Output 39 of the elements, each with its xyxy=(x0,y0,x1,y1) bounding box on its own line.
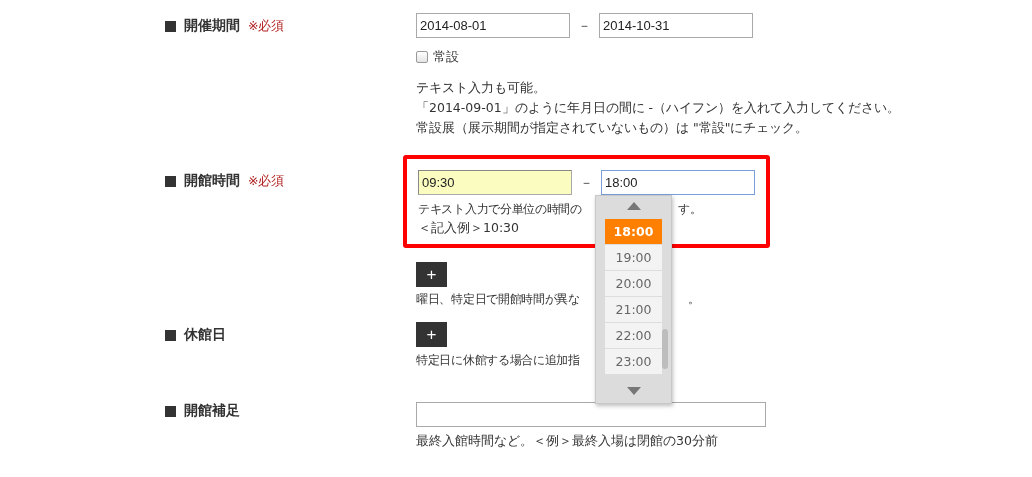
start-date-field[interactable]: 2014-08-01 xyxy=(416,13,570,38)
field-label: 開館補足 xyxy=(184,402,240,420)
bullet-icon xyxy=(165,20,176,32)
required-mark: ※必須 xyxy=(248,17,285,35)
time-option[interactable]: 22:00 xyxy=(605,323,662,349)
time-option[interactable]: 19:00 xyxy=(605,245,662,271)
bullet-icon xyxy=(165,175,176,187)
end-date-field[interactable]: 2014-10-31 xyxy=(599,13,753,38)
scroll-up-icon[interactable] xyxy=(626,202,641,210)
scrollbar-thumb[interactable] xyxy=(662,329,668,369)
field-label: 開館時間 xyxy=(184,172,240,190)
help-text: 。 xyxy=(688,290,700,308)
help-text: 特定日に休館する場合に追加指 xyxy=(416,351,580,369)
checkbox[interactable] xyxy=(416,51,428,63)
help-text: す。 xyxy=(678,200,702,218)
scroll-down-icon[interactable] xyxy=(626,387,641,395)
help-text: テキスト入力も可能。 xyxy=(416,79,547,97)
help-text: 常設展（展示期間が指定されていないもの）は "常設"にチェック。 xyxy=(416,119,810,137)
help-text: 曜日、特定日で開館時間が異な xyxy=(416,290,580,308)
open-time-field[interactable]: 09:30 xyxy=(418,170,572,195)
add-button[interactable]: + xyxy=(416,262,447,287)
bullet-icon xyxy=(165,329,176,341)
checkbox-label: 常設 xyxy=(433,48,459,66)
bullet-icon xyxy=(165,405,176,417)
time-option[interactable]: 21:00 xyxy=(605,297,662,323)
time-option[interactable]: 23:00 xyxy=(605,349,662,375)
help-text: テキスト入力で分単位の時間の xyxy=(418,200,582,218)
field-label: 休館日 xyxy=(184,326,226,344)
required-mark: ※必須 xyxy=(248,172,285,190)
example-text: ＜記入例＞10:30 xyxy=(418,219,520,237)
time-option[interactable]: 20:00 xyxy=(605,271,662,297)
note-field[interactable] xyxy=(416,402,766,427)
range-dash: － xyxy=(578,16,591,35)
help-text: 最終入館時間など。＜例＞最終入場は閉館の30分前 xyxy=(416,432,719,450)
help-text: 「2014-09-01」のように年月日の間に -（ハイフン）を入れて入力してください。 xyxy=(416,99,902,117)
add-button[interactable]: + xyxy=(416,322,447,347)
range-dash: － xyxy=(580,173,593,192)
close-time-field[interactable]: 18:00 xyxy=(601,170,755,195)
field-label: 開催期間 xyxy=(184,17,240,35)
